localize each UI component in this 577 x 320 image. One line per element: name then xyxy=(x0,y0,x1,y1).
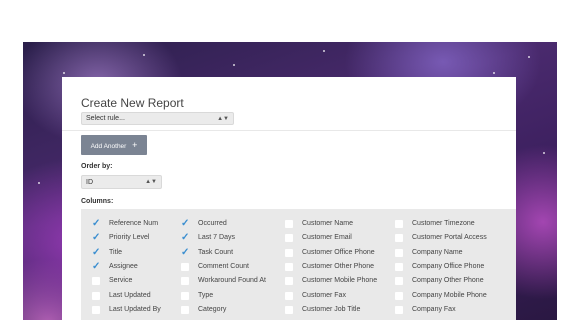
checkmark-icon: ✓ xyxy=(181,246,190,258)
checkbox[interactable] xyxy=(285,277,293,286)
column-option-label: Customer Portal Access xyxy=(412,234,487,242)
column-option-label: Customer Email xyxy=(302,234,352,242)
checkbox[interactable] xyxy=(395,291,403,300)
checkbox[interactable]: ✓ xyxy=(92,232,101,244)
column-option-label: Company Fax xyxy=(412,305,456,313)
plus-icon: + xyxy=(132,140,138,150)
checkbox[interactable]: ✓ xyxy=(181,218,190,229)
checkbox[interactable]: ✓ xyxy=(92,218,101,229)
column-option-label: Type xyxy=(198,291,214,299)
checkmark-icon: ✓ xyxy=(181,232,190,244)
checkbox[interactable] xyxy=(92,277,100,286)
add-another-label: Add Another xyxy=(90,143,127,150)
checkbox[interactable] xyxy=(285,234,293,243)
add-another-button[interactable]: Add Another + xyxy=(81,135,147,155)
checkbox[interactable]: ✓ xyxy=(181,246,190,258)
column-option-label: Comment Count xyxy=(198,262,249,270)
column-option-label: Workaround Found At xyxy=(198,277,266,285)
column-option-label: Last 7 Days xyxy=(198,234,235,242)
checkbox[interactable] xyxy=(285,305,293,314)
checkbox[interactable] xyxy=(285,220,293,228)
column-option-label: Last Updated By xyxy=(109,305,161,313)
checkbox[interactable]: ✓ xyxy=(92,260,101,272)
checkbox[interactable] xyxy=(395,220,403,228)
column-option-label: Customer Timezone xyxy=(412,220,475,227)
column-option-label: Task Count xyxy=(198,248,234,256)
checkmark-icon: ✓ xyxy=(181,218,190,229)
column-option-label: Reference Num xyxy=(109,220,159,227)
column-option-label: Priority Level xyxy=(109,234,150,242)
checkmark-icon: ✓ xyxy=(92,246,101,258)
column-option-label: Company Name xyxy=(412,248,463,256)
divider xyxy=(62,130,516,131)
checkbox[interactable] xyxy=(181,262,189,271)
checkbox[interactable] xyxy=(181,291,189,300)
column-option-label: Company Other Phone xyxy=(412,277,484,285)
column-option-label: Company Mobile Phone xyxy=(412,291,487,299)
checkbox[interactable] xyxy=(285,248,293,257)
rule-select[interactable]: Select rule... ▲▼ xyxy=(81,112,234,125)
column-option-label: Title xyxy=(109,248,122,256)
column-option-label: Occurred xyxy=(198,220,227,227)
column-option-label: Assignee xyxy=(109,262,138,270)
columns-checkbox-grid: ✓ Reference Num ✓ Priority Level ✓ Title ✓ Assi… xyxy=(81,209,516,320)
column-option-label: Category xyxy=(198,305,227,313)
checkbox[interactable] xyxy=(181,305,189,314)
column-option-label: Service xyxy=(109,277,133,285)
column-option-label: Customer Name xyxy=(302,220,353,227)
checkmark-icon: ✓ xyxy=(92,218,101,229)
column-option-label: Last Updated xyxy=(109,291,151,299)
checkmark-icon: ✓ xyxy=(92,260,101,272)
select-arrows-icon: ▲▼ xyxy=(217,116,229,122)
order-by-select[interactable]: ID ▲▼ xyxy=(81,175,162,189)
report-form-panel: Create New Report Select rule... ▲▼ Add … xyxy=(62,77,516,320)
column-option-label: Customer Mobile Phone xyxy=(302,277,378,285)
columns-label: Columns: xyxy=(81,198,114,205)
column-option-label: Customer Other Phone xyxy=(302,262,374,270)
checkbox[interactable] xyxy=(395,305,403,314)
order-by-label: Order by: xyxy=(81,163,113,170)
column-option-label: Customer Office Phone xyxy=(302,248,375,256)
checkbox[interactable] xyxy=(395,262,403,271)
checkmark-icon: ✓ xyxy=(92,232,101,244)
checkbox[interactable] xyxy=(92,305,100,314)
page-title: Create New Report xyxy=(81,96,184,110)
checkbox[interactable] xyxy=(395,234,403,243)
checkbox[interactable] xyxy=(181,277,189,286)
checkbox[interactable] xyxy=(395,248,403,257)
checkbox[interactable] xyxy=(395,277,403,286)
rule-select-value: Select rule... xyxy=(86,115,125,122)
column-option-label: Customer Fax xyxy=(302,291,346,299)
checkbox[interactable] xyxy=(92,291,100,300)
checkbox[interactable] xyxy=(285,291,293,300)
column-option-label: Company Office Phone xyxy=(412,262,485,270)
checkbox[interactable] xyxy=(285,262,293,271)
column-option-label: Customer Job Title xyxy=(302,305,361,313)
select-arrows-icon: ▲▼ xyxy=(145,179,157,185)
order-by-value: ID xyxy=(86,179,93,186)
checkbox[interactable]: ✓ xyxy=(181,232,190,244)
checkbox[interactable]: ✓ xyxy=(92,246,101,258)
